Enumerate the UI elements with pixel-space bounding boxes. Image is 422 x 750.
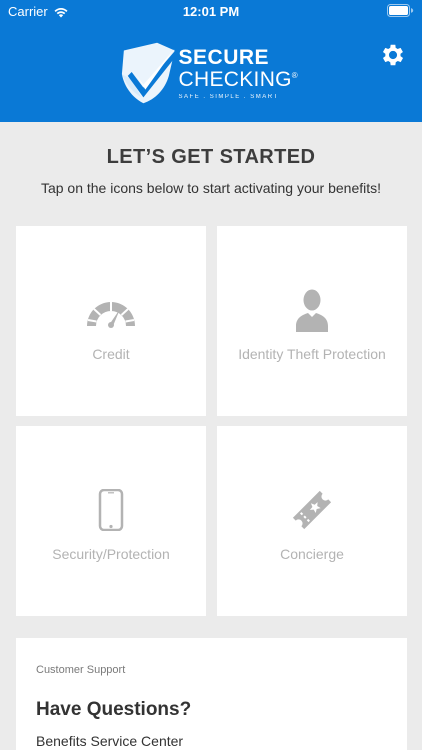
tile-security-protection[interactable]: Security/Protection (16, 426, 206, 616)
tile-security-label: Security/Protection (52, 546, 170, 562)
status-time: 12:01 PM (182, 4, 240, 19)
logo-line1: SECURE (178, 45, 270, 69)
tile-identity-theft-protection[interactable]: Identity Theft Protection (217, 226, 407, 416)
logo-text: SECURE CHECKING® SAFE . SIMPLE . SMART (179, 47, 298, 100)
logo-line2: CHECKING® (179, 69, 298, 90)
logo-tagline: SAFE . SIMPLE . SMART (178, 93, 279, 100)
tile-concierge-icon-wrap (289, 488, 335, 532)
benefits-service-center-link[interactable]: Benefits Service Center (36, 733, 387, 749)
app-header: Carrier 12:01 PM SECURE CHECKING® SAFE .… (0, 0, 422, 122)
support-heading: Have Questions? (36, 699, 192, 720)
ticket-icon (292, 490, 332, 530)
battery-icon (387, 4, 414, 20)
tile-identity-icon-wrap (294, 288, 330, 332)
registered-mark: ® (291, 70, 298, 80)
logo-line2-text: CHECKING (178, 67, 292, 91)
tile-concierge-label: Concierge (280, 546, 344, 562)
tile-credit[interactable]: Credit (16, 226, 206, 416)
shield-check-icon (121, 42, 181, 104)
tile-concierge[interactable]: Concierge (217, 426, 407, 616)
support-caption: Customer Support (36, 664, 126, 676)
secure-checking-logo: SECURE CHECKING® SAFE . SIMPLE . SMART (118, 38, 298, 108)
intro-title: LET’S GET STARTED (106, 146, 316, 168)
speedometer-icon (87, 302, 135, 328)
tile-credit-icon-wrap (84, 288, 138, 332)
settings-button[interactable] (378, 40, 408, 70)
tile-credit-label: Credit (92, 346, 130, 362)
person-icon (296, 289, 328, 332)
app-screen: Carrier 12:01 PM SECURE CHECKING® SAFE .… (0, 0, 422, 750)
gear-icon (382, 44, 404, 66)
phone-icon (98, 489, 124, 531)
intro-subtitle: Tap on the icons below to start activati… (40, 180, 382, 196)
status-bar: Carrier 12:01 PM (0, 0, 422, 24)
tile-identity-label: Identity Theft Protection (238, 346, 386, 362)
customer-support-card: Customer Support Have Questions? Benefit… (16, 638, 407, 750)
tile-security-icon-wrap (98, 488, 124, 532)
